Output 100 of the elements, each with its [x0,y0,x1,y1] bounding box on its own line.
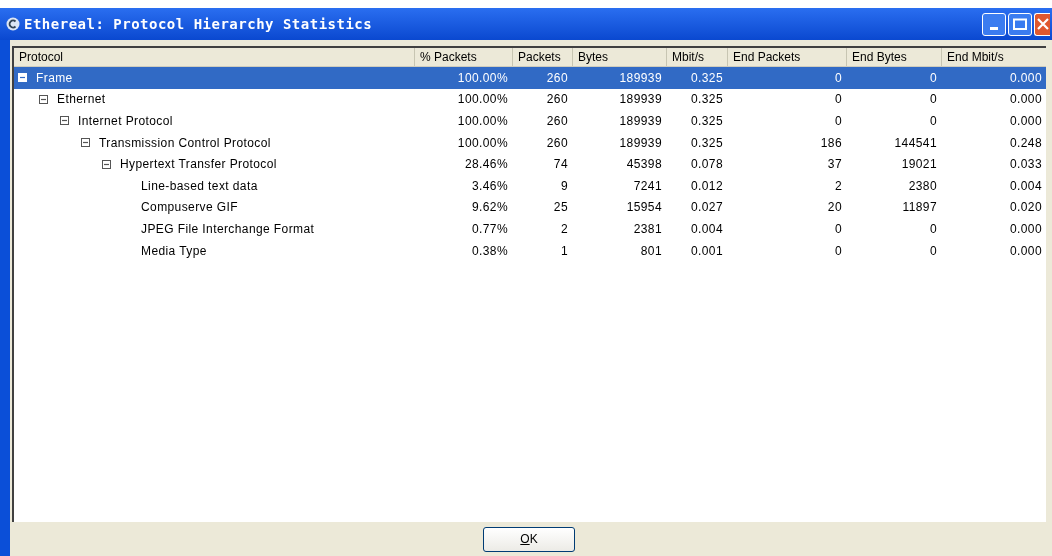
table-row[interactable]: Internet Protocol 100.00% 260 189939 0.325 0 0 0.000 [14,110,1046,132]
protocol-name: Internet Protocol [78,113,173,130]
table-cell-text: 2 [559,220,569,238]
table-cell-text: 0.027 [689,199,724,217]
protocol-name: Line-based text data [141,177,258,195]
protocol-name: Transmission Control Protocol [99,134,271,152]
table-row[interactable]: Hypertext Transfer Protocol 28.46% 74 45398 0.078 37 19021 0.033 [14,153,1046,175]
table-row[interactable]: Compuserve GIF 9.62% 25 15954 0.027 20 11897 0.020 [14,196,1046,219]
table-cell-text: 0.325 [689,69,724,87]
column-header[interactable]: % Packets [415,48,513,66]
table-cell-text: 0 [928,242,938,260]
table-cell-text: 0.000 [1008,220,1043,238]
table-cell-text: 0.325 [689,134,724,152]
collapse-icon[interactable] [60,116,69,126]
table-cell-text: 25 [552,199,569,217]
table-cell-text: 189939 [618,134,663,152]
protocol-name: JPEG File Interchange Format [141,220,315,238]
table-cell-text: 28.46% [463,156,509,174]
table-cell-text: 0 [928,91,938,109]
table-row[interactable]: Transmission Control Protocol 100.00% 260 189939 0.325 186 144541 0.248 [14,131,1046,154]
protocol-name: Hypertext Transfer Protocol [120,156,277,174]
table-cell-text: 0.000 [1008,91,1043,109]
table-cell-text: 0.77% [470,220,509,238]
table-cell-text: 2381 [632,220,663,238]
app-icon [6,17,20,31]
table-cell-text: 0.078 [689,156,724,174]
table-cell-text: 100.00% [456,69,509,87]
column-header[interactable]: End Bytes [847,48,942,66]
collapse-icon[interactable] [81,138,90,148]
protocol-name: Media Type [141,242,207,260]
table-cell-text: 19021 [900,156,938,174]
ok-button[interactable]: OK [483,526,575,552]
table-cell-text: 0.012 [689,177,724,195]
table-cell-text: 0.325 [689,113,724,130]
column-header[interactable]: Mbit/s [667,48,728,66]
collapse-icon[interactable] [39,94,48,104]
table-cell-text: 0 [928,220,938,238]
table-cell-text: 0.325 [689,91,724,109]
table-cell-text: 189939 [618,91,663,109]
table-cell-text: 0 [928,69,938,87]
table-cell-text: 100.00% [456,134,509,152]
table-cell-text: 9 [559,177,569,195]
column-header[interactable]: Packets [513,48,573,66]
table-cell-text: 11897 [901,199,938,217]
table-cell-text: 0.000 [1008,113,1043,130]
table-row[interactable]: Media Type 0.38% 1 801 0.001 0 0 0.000 [14,239,1046,262]
table-cell-text: 186 [819,134,843,152]
table-cell-text: 1 [559,242,569,260]
table-cell-text: 189939 [618,69,663,87]
table-row[interactable]: JPEG File Interchange Format 0.77% 2 2381 0.004 0 0 0.000 [14,218,1046,240]
table-cell-text: 144541 [893,134,938,152]
table-cell-text: 100.00% [456,91,509,109]
table-cell-text: 0.001 [689,242,724,260]
table-cell-text: 0 [833,113,843,130]
table-cell-text: 0.248 [1008,134,1043,152]
column-header[interactable]: End Mbit/s [942,48,1046,66]
column-header[interactable]: Bytes [573,48,667,66]
table-row[interactable]: Frame 100.00% 260 189939 0.325 0 0 0.000 [14,67,1046,89]
table-cell-text: 0.38% [470,242,509,260]
close-icon [1037,18,1049,30]
maximize-icon [1013,18,1027,30]
column-header[interactable]: End Packets [728,48,847,66]
table-cell-text: 9.62% [470,199,509,217]
collapse-icon[interactable] [102,159,111,169]
table-cell-text: 260 [545,69,569,87]
table-cell-text: 0 [928,113,938,130]
table-cell-text: 15954 [625,199,663,217]
protocol-name: Frame [36,69,73,87]
table-cell-text: 0.004 [689,220,724,238]
table-cell-text: 2 [833,177,843,195]
table-cell-text: 260 [545,91,569,109]
table-cell-text: 3.46% [470,177,509,195]
window-title: Ethereal: Protocol Hierarchy Statistics [24,14,373,34]
table-cell-text: 0 [833,220,843,238]
table-cell-text: 45398 [625,156,663,174]
close-button[interactable] [1034,12,1050,36]
table-cell-text: 0 [833,242,843,260]
table-cell-text: 0.000 [1008,242,1043,260]
table-cell-text: 801 [639,242,663,260]
table-cell-text: 0 [833,69,843,87]
table-cell-text: 7241 [632,177,663,195]
table-cell-text: 0.020 [1008,199,1043,217]
maximize-button[interactable] [1008,12,1032,36]
table-cell-text: 37 [826,156,843,174]
column-header[interactable]: Protocol [14,48,415,66]
table-row[interactable]: Line-based text data 3.46% 9 7241 0.012 2 2380 0.004 [14,174,1046,197]
table-cell-text: 0.000 [1008,69,1043,87]
table-cell-text: 0 [833,91,843,109]
table-cell-text: 100.00% [456,113,509,130]
table-cell-text: 20 [826,199,843,217]
table-row[interactable]: Ethernet 100.00% 260 189939 0.325 0 0 0.000 [14,88,1046,111]
protocol-name: Compuserve GIF [141,199,238,217]
protocol-name: Ethernet [57,91,106,109]
table-cell-text: 2380 [907,177,938,195]
table-cell-text: 0.033 [1008,156,1043,174]
table-cell-text: 189939 [618,113,663,130]
minimize-button[interactable] [982,12,1006,36]
table-cell-text: 260 [545,113,569,130]
minimize-icon [990,26,998,30]
table-cell-text: 74 [552,156,569,174]
